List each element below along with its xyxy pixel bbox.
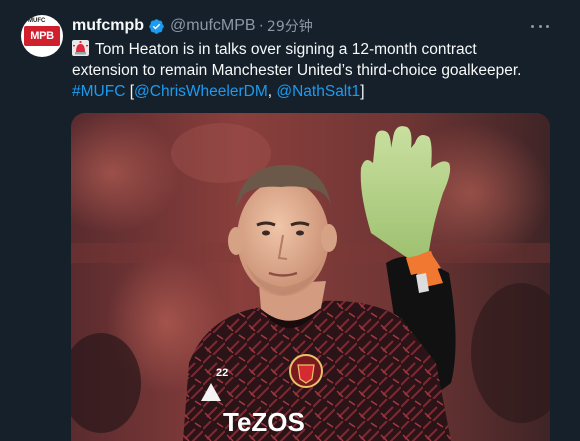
separator-dot: · (258, 17, 264, 34)
avatar-logo-text: MPB (30, 30, 54, 42)
mention-link-1[interactable]: @ChrisWheelerDM (134, 83, 268, 100)
photo-illustration: 22 TeZOS (71, 113, 550, 441)
tweet-timestamp[interactable]: 29分钟 (267, 16, 313, 36)
tweet-text: Tom Heaton is in talks over signing a 12… (72, 39, 542, 102)
bracket-close: ] (360, 83, 365, 100)
tweet-media-photo[interactable]: 22 TeZOS (71, 113, 550, 441)
author-display-name[interactable]: mufcmpb (72, 17, 144, 35)
hashtag-link[interactable]: #MUFC (72, 83, 125, 100)
avatar-logo-small-text: MUFC (28, 18, 46, 24)
verified-badge-icon (149, 18, 164, 34)
tweet-main-text: Tom Heaton is in talks over signing a 12… (72, 41, 522, 79)
mention-link-2[interactable]: @NathSalt1 (276, 83, 360, 100)
siren-emoji-icon (72, 40, 89, 56)
more-options-icon[interactable] (531, 17, 549, 35)
avatar-logo: MUFC MPB (24, 18, 60, 46)
tweet-header: mufcmpb @mufcMPB · 29分钟 (72, 14, 313, 38)
tweet-card[interactable]: MUFC MPB mufcmpb @mufcMPB · 29分钟 Tom Hea… (0, 0, 580, 441)
author-handle[interactable]: @mufcMPB (170, 17, 256, 35)
shirt-number: 22 (216, 367, 228, 379)
shirt-sponsor: TeZOS (223, 407, 305, 437)
author-avatar[interactable]: MUFC MPB (21, 15, 63, 57)
